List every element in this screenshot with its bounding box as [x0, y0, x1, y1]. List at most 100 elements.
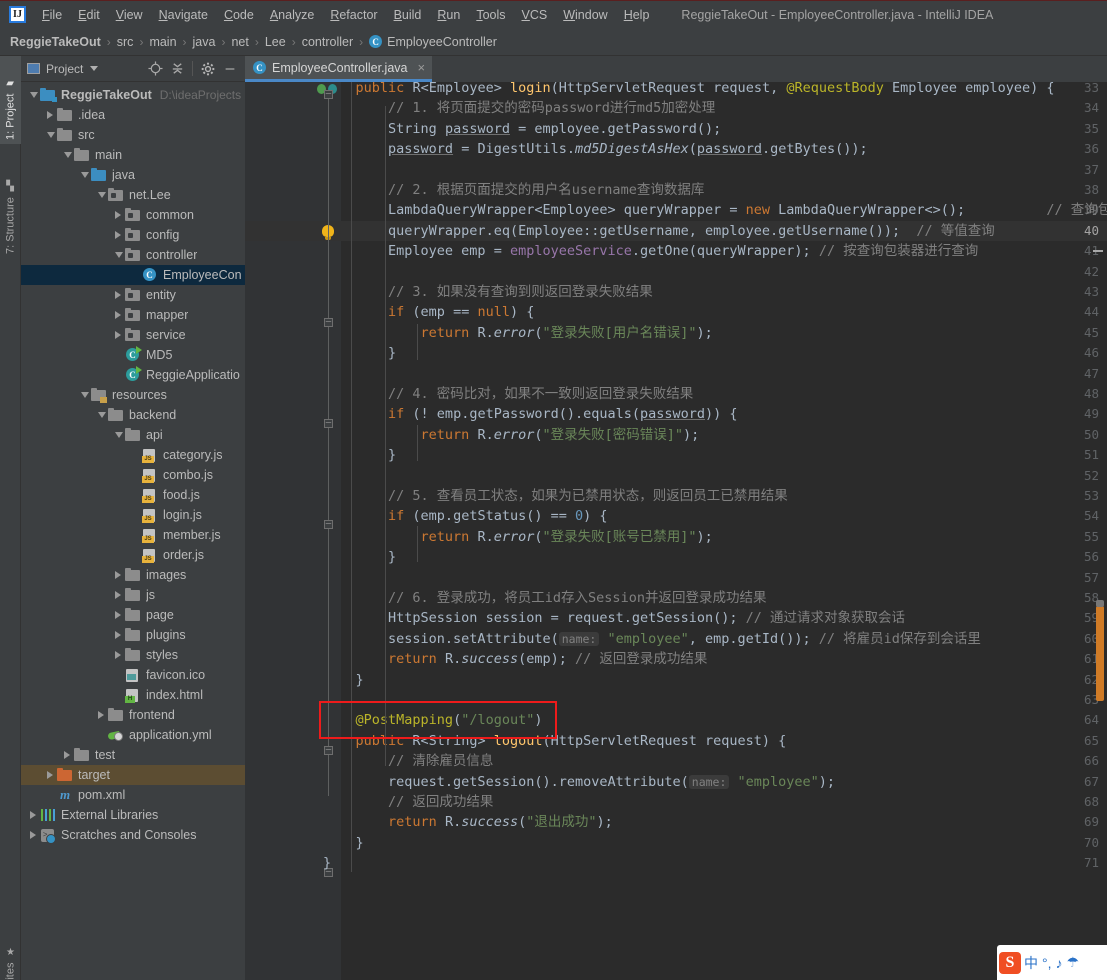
breadcrumb-item-net[interactable]: net — [231, 35, 248, 49]
tree-item-api[interactable]: api — [21, 425, 245, 445]
menu-help[interactable]: Help — [616, 5, 658, 25]
code-line-35[interactable]: String password = employee.getPassword()… — [323, 119, 721, 139]
menu-edit[interactable]: Edit — [70, 5, 108, 25]
ime-chinese-mode-icon[interactable]: 中 — [1023, 953, 1039, 973]
error-stripe-mark[interactable] — [1093, 250, 1103, 252]
tree-item-plugins[interactable]: plugins — [21, 625, 245, 645]
code-line-70[interactable]: } — [323, 833, 364, 853]
tree-item-config[interactable]: config — [21, 225, 245, 245]
locate-icon[interactable] — [144, 58, 166, 80]
tree-item-styles[interactable]: styles — [21, 645, 245, 665]
code-line-41[interactable]: Employee emp = employeeService.getOne(qu… — [323, 241, 978, 261]
tree-item-reggietakeout[interactable]: ReggieTakeOut D:\ideaProjects — [21, 85, 245, 105]
ime-toolbar[interactable]: S 中 °, ♪ ☂ — [997, 945, 1107, 980]
menu-run[interactable]: Run — [429, 5, 468, 25]
breadcrumb-leaf[interactable]: EmployeeController — [387, 35, 497, 49]
tree-item-combo-js[interactable]: combo.js — [21, 465, 245, 485]
code-line-45[interactable]: return R.error("登录失败[用户名错误]"); — [323, 323, 713, 343]
tree-item-resources[interactable]: resources — [21, 385, 245, 405]
minimize-icon[interactable] — [219, 58, 241, 80]
menu-window[interactable]: Window — [555, 5, 615, 25]
menu-tools[interactable]: Tools — [468, 5, 513, 25]
code-line-44[interactable]: if (emp == null) { — [323, 302, 534, 322]
tree-item-scratches-and-consoles[interactable]: >_ Scratches and Consoles — [21, 825, 245, 845]
sidebar-tab-structure[interactable]: 7: Structure ▚ — [0, 152, 21, 258]
code-line-60[interactable]: session.setAttribute(name: "employee", e… — [323, 629, 981, 649]
tree-item-src[interactable]: src — [21, 125, 245, 145]
tree-item-java[interactable]: java — [21, 165, 245, 185]
tree-item-pom-xml[interactable]: m pom.xml — [21, 785, 245, 805]
code-line-48[interactable]: // 4. 密码比对，如果不一致则返回登录失败结果 — [323, 384, 693, 404]
tree-item-index-html[interactable]: index.html — [21, 685, 245, 705]
tree-item-page[interactable]: page — [21, 605, 245, 625]
code-line-71[interactable]: } — [323, 853, 331, 873]
code-line-59[interactable]: HttpSession session = request.getSession… — [323, 608, 905, 628]
editor-scrollbar-thumb[interactable] — [1096, 600, 1104, 701]
code-line-50[interactable]: return R.error("登录失败[密码错误]"); — [323, 425, 700, 445]
tree-item-service[interactable]: service — [21, 325, 245, 345]
code-line-40[interactable]: queryWrapper.eq(Employee::getUsername, e… — [323, 221, 995, 241]
code-line-64[interactable]: @PostMapping("/logout") — [323, 710, 543, 730]
menu-vcs[interactable]: VCS — [514, 5, 556, 25]
breadcrumb-item-main[interactable]: main — [149, 35, 176, 49]
code-line-33[interactable]: public R<Employee> login(HttpServletRequ… — [323, 82, 1055, 98]
ime-punctuation-icon[interactable]: °, — [1041, 955, 1053, 971]
code-line-34[interactable]: // 1. 将页面提交的密码password进行md5加密处理 — [323, 98, 715, 118]
tree-item-main[interactable]: main — [21, 145, 245, 165]
breadcrumb-item-java[interactable]: java — [193, 35, 216, 49]
close-icon[interactable]: × — [418, 60, 426, 75]
tree-item-member-js[interactable]: member.js — [21, 525, 245, 545]
tree-item-employeecon[interactable]: C EmployeeCon — [21, 265, 245, 285]
chevron-down-icon[interactable] — [90, 66, 99, 71]
code-line-36[interactable]: password = DigestUtils.md5DigestAsHex(pa… — [323, 139, 868, 159]
breadcrumb-item-lee[interactable]: Lee — [265, 35, 286, 49]
code-line-66[interactable]: // 清除雇员信息 — [323, 751, 493, 771]
tree-item--idea[interactable]: .idea — [21, 105, 245, 125]
collapse-all-icon[interactable] — [166, 58, 188, 80]
code-text[interactable]: public R<Employee> login(HttpServletRequ… — [323, 82, 1107, 980]
project-tree[interactable]: ReggieTakeOut D:\ideaProjects .idea src main… — [21, 82, 245, 980]
tree-item-backend[interactable]: backend — [21, 405, 245, 425]
code-line-55[interactable]: return R.error("登录失败[账号已禁用]"); — [323, 527, 713, 547]
breadcrumb-item-src[interactable]: src — [117, 35, 134, 49]
menu-view[interactable]: View — [108, 5, 151, 25]
tree-item-external-libraries[interactable]: External Libraries — [21, 805, 245, 825]
code-line-43[interactable]: // 3. 如果没有查询到则返回登录失败结果 — [323, 282, 653, 302]
tree-item-favicon-ico[interactable]: favicon.ico — [21, 665, 245, 685]
tab-employeecontroller-java[interactable]: C EmployeeController.java × — [245, 56, 433, 82]
code-line-53[interactable]: // 5. 查看员工状态，如果为已禁用状态，则返回员工已禁用结果 — [323, 486, 788, 506]
code-editor[interactable]: 33 34 35 36 37 38 39 40 41 42 43 44 45 46 47 48 49 50 51 52… — [245, 82, 1107, 980]
tree-item-category-js[interactable]: category.js — [21, 445, 245, 465]
code-line-62[interactable]: } — [323, 670, 364, 690]
tree-item-order-js[interactable]: order.js — [21, 545, 245, 565]
code-line-54[interactable]: if (emp.getStatus() == 0) { — [323, 506, 607, 526]
tree-item-entity[interactable]: entity — [21, 285, 245, 305]
tree-item-controller[interactable]: controller — [21, 245, 245, 265]
code-line-61[interactable]: return R.success(emp); // 返回登录成功结果 — [323, 649, 707, 669]
tree-item-frontend[interactable]: frontend — [21, 705, 245, 725]
breadcrumb-item-controller[interactable]: controller — [302, 35, 353, 49]
code-line-69[interactable]: return R.success("退出成功"); — [323, 812, 613, 832]
sogou-logo-icon[interactable]: S — [999, 951, 1021, 974]
tree-item-net-lee[interactable]: net.Lee — [21, 185, 245, 205]
code-line-39[interactable]: LambdaQueryWrapper<Employee> queryWrappe… — [323, 200, 1107, 220]
menu-refactor[interactable]: Refactor — [322, 5, 385, 25]
code-line-67[interactable]: request.getSession().removeAttribute(nam… — [323, 772, 835, 792]
sidebar-tab-favorites[interactable]: 2: Favorites ★ — [0, 916, 21, 980]
sidebar-tab-project[interactable]: 1: Project ▰ — [0, 56, 21, 144]
code-line-38[interactable]: // 2. 根据页面提交的用户名username查询数据库 — [323, 180, 704, 200]
code-line-58[interactable]: // 6. 登录成功，将员工id存入Session并返回登录成功结果 — [323, 588, 766, 608]
menu-code[interactable]: Code — [216, 5, 262, 25]
menu-analyze[interactable]: Analyze — [262, 5, 322, 25]
tree-item-mapper[interactable]: mapper — [21, 305, 245, 325]
tree-item-application-yml[interactable]: application.yml — [21, 725, 245, 745]
menu-file[interactable]: File — [34, 5, 70, 25]
tree-item-common[interactable]: common — [21, 205, 245, 225]
ime-voice-icon[interactable]: ♪ — [1055, 955, 1064, 971]
code-line-68[interactable]: // 返回成功结果 — [323, 792, 493, 812]
tree-item-target[interactable]: target — [21, 765, 245, 785]
menu-navigate[interactable]: Navigate — [151, 5, 216, 25]
tree-item-images[interactable]: images — [21, 565, 245, 585]
tree-item-food-js[interactable]: food.js — [21, 485, 245, 505]
menu-build[interactable]: Build — [386, 5, 430, 25]
